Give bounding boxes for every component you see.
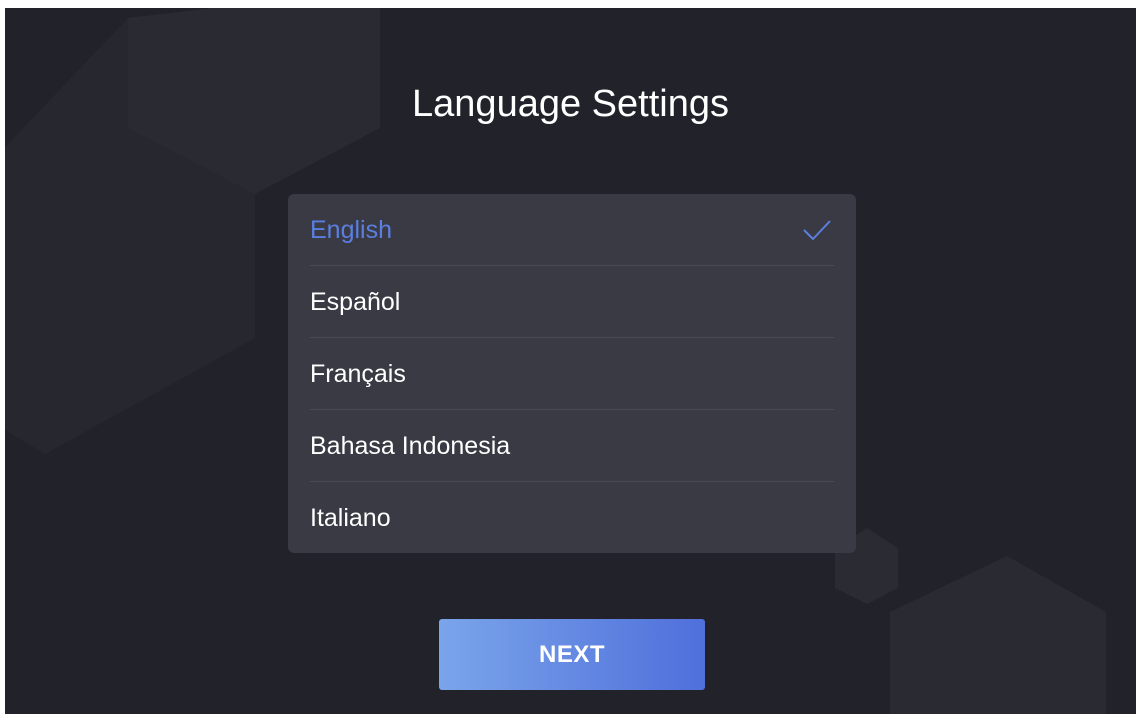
language-list: English Español Français Bahasa Indonesi… [288,194,856,553]
language-label: English [310,216,392,244]
language-item-italiano[interactable]: Italiano [310,482,834,553]
language-label: Bahasa Indonesia [310,432,511,460]
background-hexagon-large-right [890,556,1106,714]
language-settings-screen: Language Settings English Español França… [5,8,1136,714]
language-label: Italiano [310,504,391,532]
language-item-francais[interactable]: Français [310,338,834,410]
check-icon [803,220,831,241]
language-item-espanol[interactable]: Español [310,266,834,338]
page-title: Language Settings [412,83,729,125]
next-button[interactable]: NEXT [439,619,705,690]
language-item-bahasa-indonesia[interactable]: Bahasa Indonesia [310,410,834,482]
language-label: Español [310,288,401,316]
language-item-english[interactable]: English [310,194,834,266]
language-label: Français [310,360,406,388]
